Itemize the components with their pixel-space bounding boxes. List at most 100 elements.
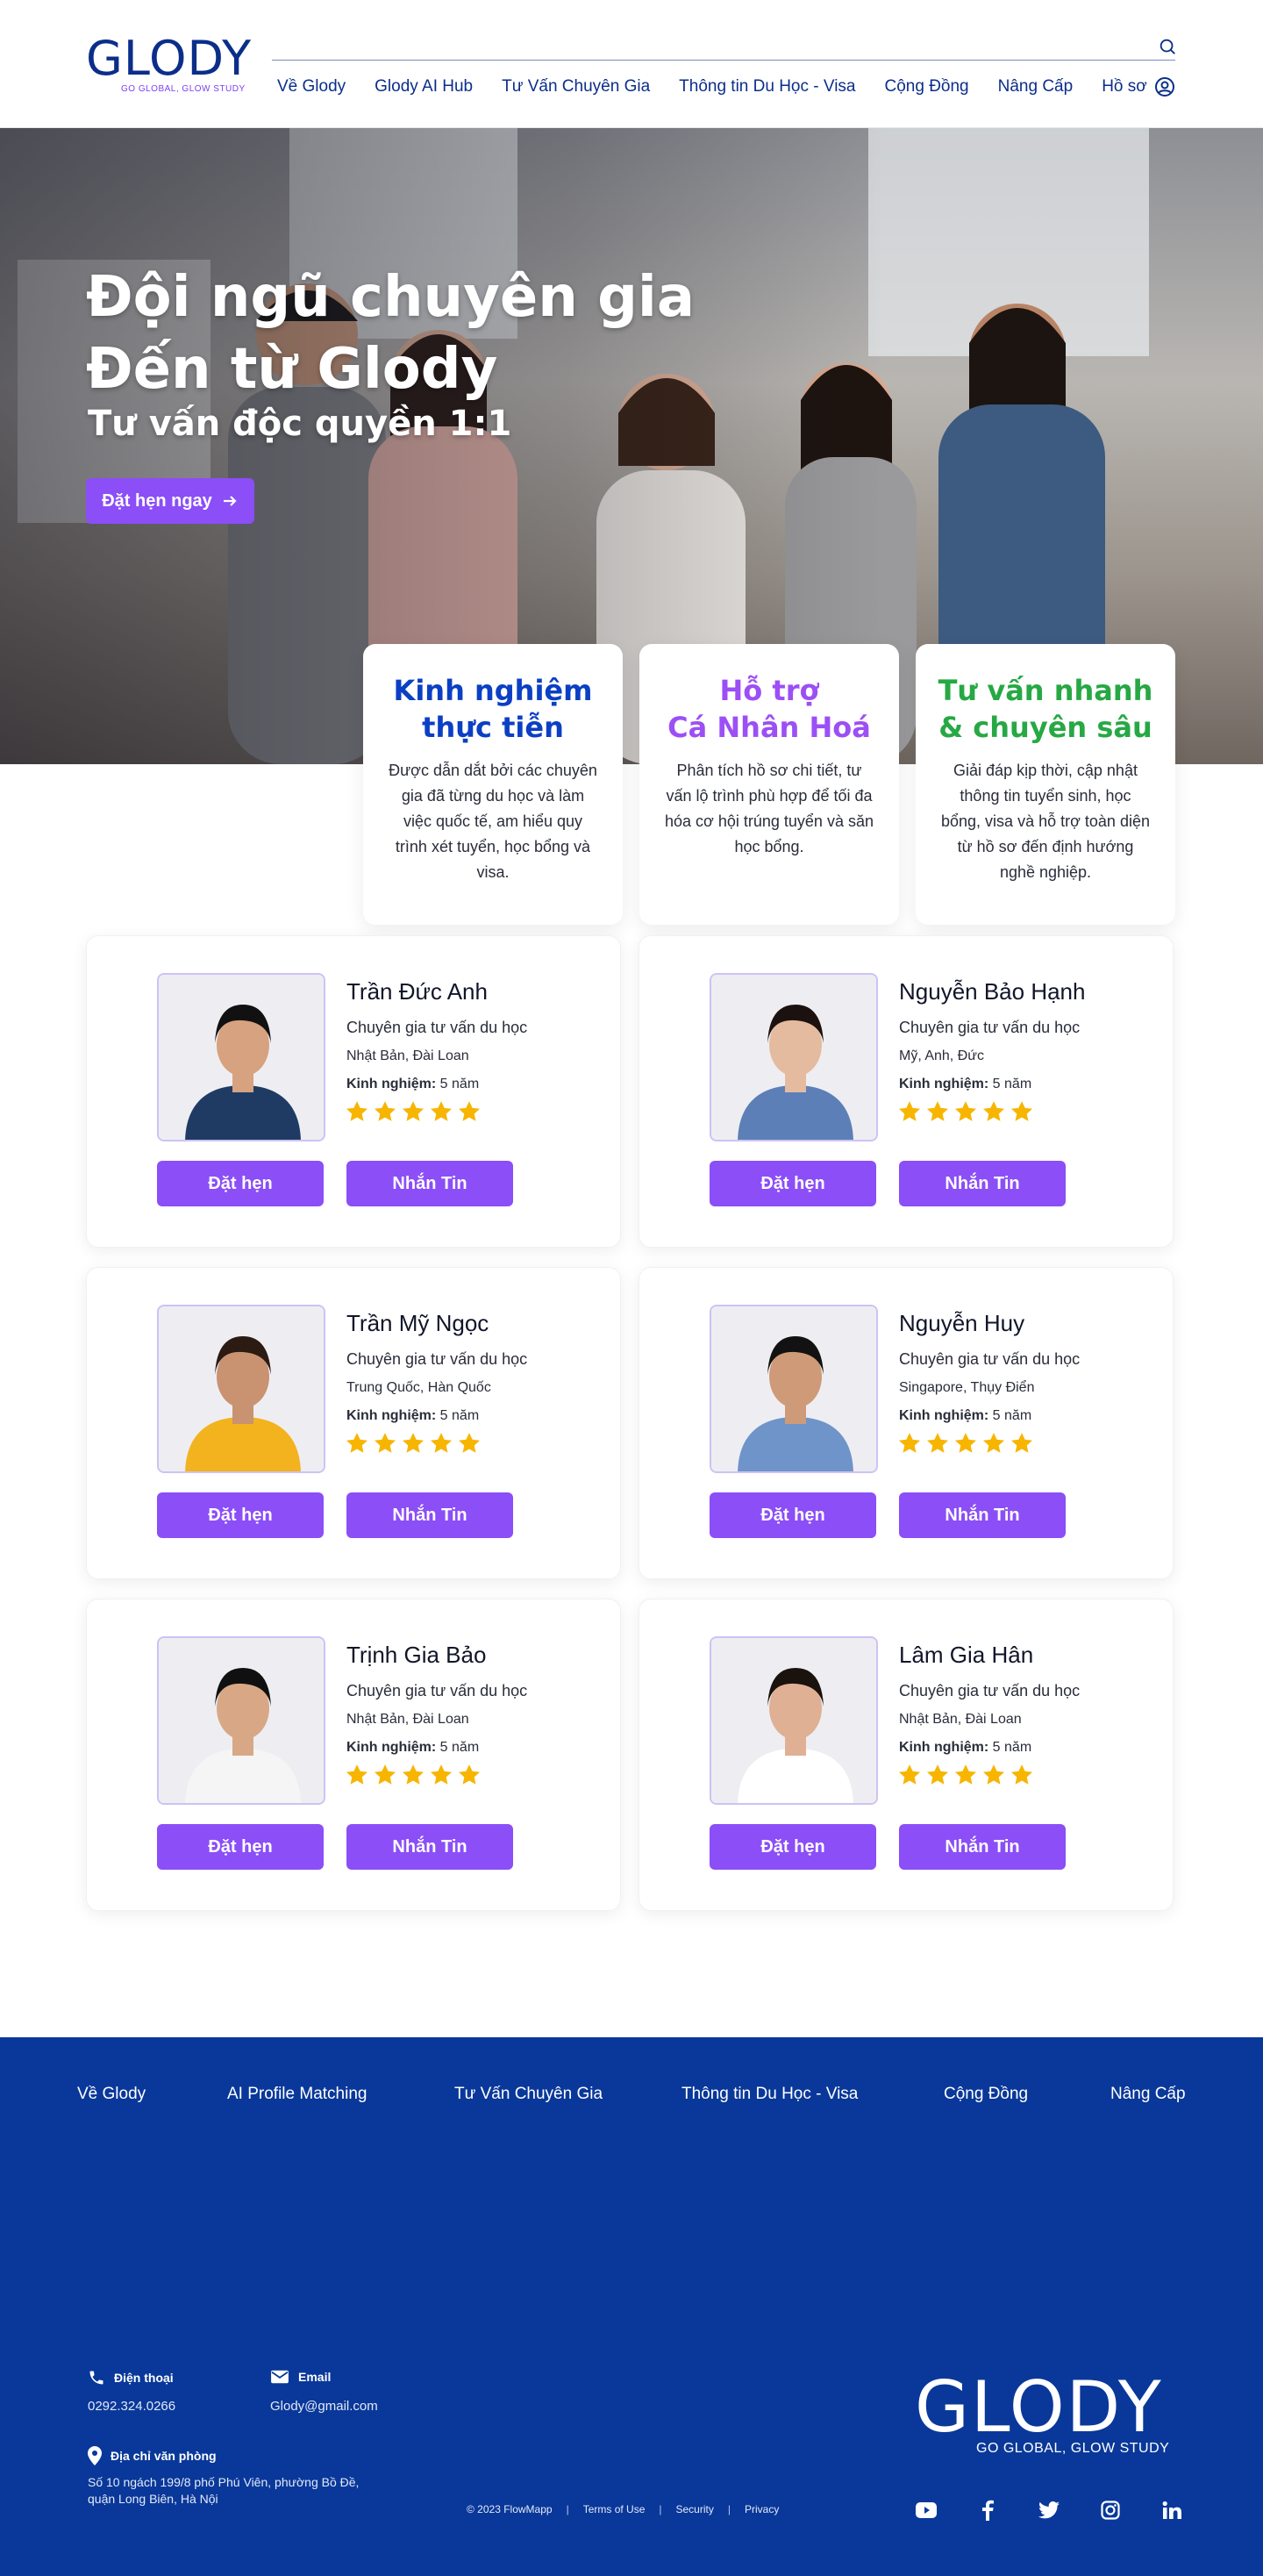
star-icon (898, 1101, 921, 1121)
phone-icon (89, 2371, 103, 2385)
star-icon (346, 1433, 368, 1453)
footer-nav-about[interactable]: Về Glody (77, 2085, 146, 2104)
expert-role: Chuyên gia tư vấn du học (346, 1350, 528, 1368)
expert-avatar (157, 1636, 325, 1805)
expert-name: Nguyễn Bảo Hạnh (899, 978, 1086, 1005)
phone-label: Điện thoại (88, 2369, 174, 2386)
book-appointment-button[interactable]: Đặt hẹn (710, 1161, 876, 1206)
send-message-button[interactable]: Nhắn Tin (346, 1161, 513, 1206)
star-icon (1010, 1764, 1033, 1785)
facebook-icon[interactable] (976, 2499, 999, 2522)
star-icon (346, 1101, 368, 1121)
send-message-button[interactable]: Nhắn Tin (899, 1824, 1066, 1870)
glody-logo[interactable]: GLODY GO GLOBAL, GLOW STUDY (86, 35, 261, 97)
star-icon (402, 1433, 425, 1453)
nav-about[interactable]: Về Glody (277, 77, 346, 97)
nav-study-visa-info[interactable]: Thông tin Du Học - Visa (679, 77, 855, 97)
footer-nav-ai-profile[interactable]: AI Profile Matching (227, 2085, 367, 2104)
star-icon (898, 1433, 921, 1453)
office-address: Số 10 ngách 199/8 phố Phú Viên, phường B… (88, 2475, 360, 2506)
expert-countries: Nhật Bản, Đài Loan (899, 1712, 1022, 1727)
feature-description: Giải đáp kịp thời, cập nhật thông tin tu… (941, 762, 1150, 881)
phone-number[interactable]: 0292.324.0266 (88, 2399, 175, 2414)
email-label: Email (270, 2369, 331, 2385)
star-icon (402, 1764, 425, 1785)
expert-card: Lâm Gia Hân Chuyên gia tư vấn du học Nhật … (639, 1599, 1174, 1911)
star-icon (926, 1764, 949, 1785)
rating-stars (345, 1431, 482, 1456)
book-appointment-button[interactable]: Đặt hẹn (710, 1492, 876, 1538)
footer-nav-expert-consulting[interactable]: Tư Vấn Chuyên Gia (454, 2085, 603, 2104)
book-appointment-button[interactable]: Đặt hẹn (157, 1824, 324, 1870)
hero-title-line-1: Đội ngũ chuyên gia (86, 265, 695, 330)
book-appointment-button[interactable]: Đặt hẹn (157, 1492, 324, 1538)
book-appointment-button[interactable]: Đặt hẹn (157, 1161, 324, 1206)
linkedin-icon[interactable] (1160, 2499, 1183, 2522)
star-icon (898, 1764, 921, 1785)
expert-countries: Trung Quốc, Hàn Quốc (346, 1380, 491, 1395)
instagram-icon[interactable] (1099, 2499, 1122, 2522)
expert-card: Trần Đức Anh Chuyên gia tư vấn du học Nhật… (86, 935, 621, 1248)
send-message-button[interactable]: Nhắn Tin (346, 1824, 513, 1870)
expert-name: Trần Đức Anh (346, 978, 488, 1005)
mail-icon (271, 2370, 289, 2384)
star-icon (430, 1433, 453, 1453)
star-icon (430, 1101, 453, 1121)
star-icon (346, 1764, 368, 1785)
nav-community[interactable]: Cộng Đồng (885, 77, 969, 97)
expert-role: Chuyên gia tư vấn du học (899, 1019, 1081, 1036)
nav-ai-hub[interactable]: Glody AI Hub (375, 77, 473, 97)
nav-upgrade[interactable]: Nâng Cấp (998, 77, 1074, 97)
star-icon (374, 1433, 396, 1453)
expert-card: Nguyễn Bảo Hạnh Chuyên gia tư vấn du học M… (639, 935, 1174, 1248)
expert-avatar (710, 1305, 878, 1473)
logo-tagline: GO GLOBAL, GLOW STUDY (121, 84, 246, 94)
star-icon (1010, 1433, 1033, 1453)
footer-legal: © 2023 FlowMapp | Terms of Use | Security |… (467, 2503, 780, 2515)
star-icon (402, 1101, 425, 1121)
send-message-button[interactable]: Nhắn Tin (346, 1492, 513, 1538)
star-icon (926, 1433, 949, 1453)
search-icon[interactable] (1158, 37, 1177, 56)
footer-nav-community[interactable]: Cộng Đồng (944, 2085, 1028, 2104)
hero-subtitle: Tư vấn độc quyền 1:1 (88, 404, 512, 444)
expert-avatar (157, 973, 325, 1141)
send-message-button[interactable]: Nhắn Tin (899, 1161, 1066, 1206)
feature-title: Hỗ trợ Cá Nhân Hoá (667, 674, 871, 744)
book-appointment-button[interactable]: Đặt hẹn (710, 1824, 876, 1870)
privacy-link[interactable]: Privacy (745, 2503, 779, 2515)
nav-expert-consulting[interactable]: Tư Vấn Chuyên Gia (502, 77, 650, 97)
expert-role: Chuyên gia tư vấn du học (899, 1350, 1081, 1368)
expert-experience: Kinh nghiệm: 5 năm (346, 1408, 480, 1423)
nav-profile-label: Hồ sơ (1102, 77, 1147, 96)
footer-nav-study-visa-info[interactable]: Thông tin Du Học - Visa (681, 2085, 858, 2104)
footer-logo[interactable]: GLODY GO GLOBAL, GLOW STUDY (915, 2372, 1178, 2457)
expert-role: Chuyên gia tư vấn du học (899, 1682, 1081, 1699)
star-icon (430, 1764, 453, 1785)
expert-name: Trịnh Gia Bảo (346, 1642, 487, 1668)
book-now-button[interactable]: Đặt hẹn ngay (86, 478, 254, 524)
send-message-button[interactable]: Nhắn Tin (899, 1492, 1066, 1538)
star-icon (458, 1101, 481, 1121)
expert-card: Nguyễn Huy Chuyên gia tư vấn du học Singap… (639, 1267, 1174, 1579)
feature-title: Kinh nghiệm thực tiễn (393, 674, 593, 744)
security-link[interactable]: Security (676, 2503, 714, 2515)
twitter-icon[interactable] (1038, 2499, 1060, 2522)
email-address[interactable]: Glody@gmail.com (270, 2399, 378, 2414)
rating-stars (897, 1431, 1034, 1456)
feature-title: Tư vấn nhanh & chuyên sâu (938, 674, 1153, 744)
feature-description: Được dẫn dắt bởi các chuyên gia đã từng … (389, 762, 597, 881)
site-header: GLODY GO GLOBAL, GLOW STUDY Về Glody Glo… (0, 0, 1263, 128)
copyright: © 2023 FlowMapp (467, 2503, 553, 2515)
hero-title-line-2: Đến từ Glody (86, 337, 498, 402)
arrow-right-icon (223, 496, 237, 506)
youtube-icon[interactable] (915, 2499, 938, 2522)
star-icon (954, 1433, 977, 1453)
nav-profile[interactable]: Hồ sơ (1102, 76, 1175, 97)
star-icon (982, 1764, 1005, 1785)
expert-card: Trần Mỹ Ngọc Chuyên gia tư vấn du học Trun… (86, 1267, 621, 1579)
footer-nav-upgrade[interactable]: Nâng Cấp (1110, 2085, 1186, 2104)
terms-link[interactable]: Terms of Use (583, 2503, 646, 2515)
logo-word: GLODY (86, 31, 253, 86)
expert-experience: Kinh nghiệm: 5 năm (899, 1408, 1032, 1423)
